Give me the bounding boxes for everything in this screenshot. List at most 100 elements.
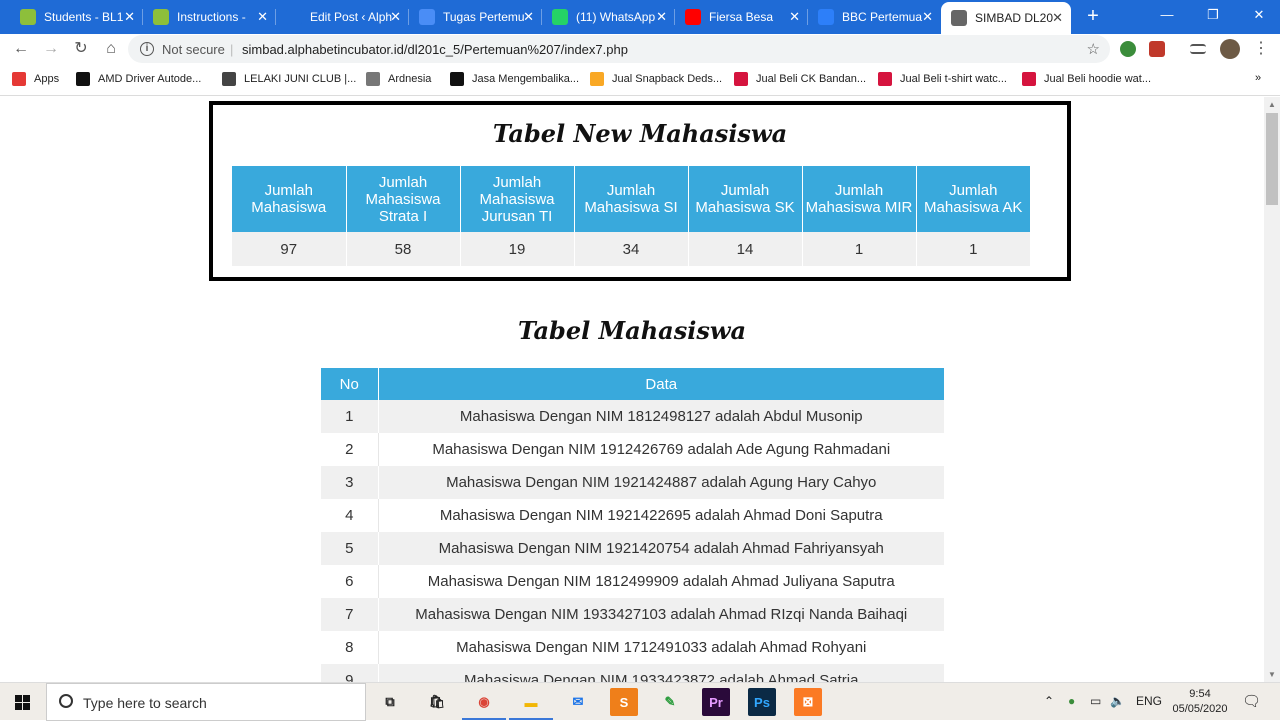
column-header: Jumlah Mahasiswa MIR bbox=[802, 166, 917, 232]
close-window-button[interactable]: ✕ bbox=[1236, 0, 1280, 30]
home-button[interactable]: ⌂ bbox=[100, 38, 122, 60]
tab-title: Students - BL1 bbox=[44, 10, 124, 24]
row-data: Mahasiswa Dengan NIM 1812498127 adalah A… bbox=[378, 400, 944, 433]
bookmark-item[interactable]: Jual Beli CK Bandan... bbox=[734, 72, 866, 86]
more-bookmarks-button[interactable]: » bbox=[1255, 72, 1261, 84]
taskbar-corel-icon[interactable]: ✎ bbox=[656, 688, 684, 716]
new-tab-button[interactable]: + bbox=[1082, 5, 1104, 27]
search-icon bbox=[59, 694, 73, 708]
bookmark-label: Apps bbox=[34, 73, 60, 85]
show-hidden-icons-chevron-icon[interactable]: ⌃ bbox=[1044, 694, 1054, 708]
browser-tab[interactable]: Tugas Pertemu ✕ bbox=[409, 4, 542, 30]
table-cell: 1 bbox=[916, 232, 1030, 266]
close-tab-icon[interactable]: ✕ bbox=[1052, 10, 1063, 26]
bookmark-favicon-icon bbox=[878, 72, 892, 86]
row-data: Mahasiswa Dengan NIM 1712491033 adalah A… bbox=[378, 631, 944, 664]
bookmark-item[interactable]: Jasa Mengembalika... bbox=[450, 72, 579, 86]
taskbar-chrome-icon[interactable]: ◉ bbox=[470, 688, 498, 716]
extension-globe-icon[interactable] bbox=[1120, 41, 1136, 57]
scroll-down-arrow-icon[interactable]: ▼ bbox=[1268, 670, 1276, 679]
address-bar[interactable]: i Not secure | simbad.alphabetincubator.… bbox=[128, 35, 1110, 63]
table-cell: 14 bbox=[688, 232, 803, 266]
browser-tab[interactable]: (11) WhatsApp ✕ bbox=[542, 4, 675, 30]
close-tab-icon[interactable]: ✕ bbox=[390, 9, 401, 25]
close-tab-icon[interactable]: ✕ bbox=[523, 9, 534, 25]
maximize-button[interactable]: ❐ bbox=[1190, 0, 1236, 30]
language-indicator[interactable]: ENG bbox=[1136, 694, 1162, 708]
new-mahasiswa-title: Tabel New Mahasiswa bbox=[492, 119, 788, 148]
table-row: 3 Mahasiswa Dengan NIM 1921424887 adalah … bbox=[321, 466, 944, 499]
taskbar-photoshop-icon[interactable]: Ps bbox=[748, 688, 776, 716]
row-number: 2 bbox=[321, 433, 379, 466]
taskbar-search-box[interactable]: Type here to search bbox=[46, 683, 366, 721]
table-cell: 1 bbox=[802, 232, 917, 266]
new-mahasiswa-panel: Tabel New Mahasiswa Jumlah Mahasiswa Juml… bbox=[209, 101, 1071, 281]
browser-tab[interactable]: Students - BL1 ✕ bbox=[10, 4, 143, 30]
bookmark-item[interactable]: Ardnesia bbox=[366, 72, 431, 86]
browser-tab[interactable]: SIMBAD DL20 ✕ bbox=[941, 2, 1071, 34]
scroll-up-arrow-icon[interactable]: ▲ bbox=[1268, 100, 1276, 109]
notification-icon[interactable]: 🗨 bbox=[1242, 692, 1261, 710]
bookmark-item[interactable]: Jual Beli hoodie wat... bbox=[1022, 72, 1151, 86]
bookmark-label: Ardnesia bbox=[388, 73, 432, 85]
reading-list-icon[interactable] bbox=[1190, 44, 1206, 54]
extension-pdf-icon[interactable] bbox=[1149, 41, 1165, 57]
bookmark-star-icon[interactable]: ☆ bbox=[1087, 40, 1100, 58]
taskbar-premiere-icon[interactable]: Pr bbox=[702, 688, 730, 716]
vertical-scrollbar[interactable]: ▲ ▼ bbox=[1264, 97, 1280, 682]
browser-tab[interactable]: Instructions - ✕ bbox=[143, 4, 276, 30]
scrollbar-thumb[interactable] bbox=[1266, 113, 1278, 205]
row-data: Mahasiswa Dengan NIM 1933427103 adalah A… bbox=[378, 598, 944, 631]
minimize-button[interactable]: — bbox=[1144, 0, 1190, 30]
table-cell: 34 bbox=[574, 232, 689, 266]
bookmark-item[interactable]: LELAKI JUNI CLUB |... bbox=[222, 72, 356, 86]
close-tab-icon[interactable]: ✕ bbox=[257, 9, 268, 25]
row-number: 7 bbox=[321, 598, 379, 631]
bookmark-item[interactable]: Apps bbox=[12, 72, 59, 86]
volume-icon[interactable]: 🔈 bbox=[1110, 694, 1125, 708]
row-data: Mahasiswa Dengan NIM 1912426769 adalah A… bbox=[378, 433, 944, 466]
taskbar-sublime-icon[interactable]: S bbox=[610, 688, 638, 716]
menu-icon[interactable]: ⋮ bbox=[1250, 38, 1272, 60]
table-row: 6 Mahasiswa Dengan NIM 1812499909 adalah … bbox=[321, 565, 944, 598]
close-tab-icon[interactable]: ✕ bbox=[789, 9, 800, 25]
close-tab-icon[interactable]: ✕ bbox=[922, 9, 933, 25]
bookmark-label: Jasa Mengembalika... bbox=[472, 73, 579, 85]
forward-button[interactable]: → bbox=[40, 38, 62, 60]
browser-tab[interactable]: BBC Pertemua ✕ bbox=[808, 4, 941, 30]
close-tab-icon[interactable]: ✕ bbox=[124, 9, 135, 25]
browser-tab[interactable]: Fiersa Besa ✕ bbox=[675, 4, 808, 30]
bookmark-label: Jual Beli hoodie wat... bbox=[1044, 73, 1152, 85]
close-tab-icon[interactable]: ✕ bbox=[656, 9, 667, 25]
table-row: 4 Mahasiswa Dengan NIM 1921422695 adalah … bbox=[321, 499, 944, 532]
taskbar-mail-icon[interactable]: ✉ bbox=[564, 688, 592, 716]
network-icon[interactable]: ▭ bbox=[1090, 694, 1101, 708]
system-clock[interactable]: 9:54 05/05/2020 bbox=[1168, 687, 1232, 717]
back-button[interactable]: ← bbox=[10, 38, 32, 60]
taskbar-xampp-icon[interactable]: ⊠ bbox=[794, 688, 822, 716]
column-header: Jumlah Mahasiswa SK bbox=[688, 166, 803, 232]
browser-toolbar: ← → ↻ ⌂ i Not secure | simbad.alphabetin… bbox=[0, 34, 1280, 64]
taskbar-task-view-icon[interactable]: ⧉ bbox=[376, 688, 404, 716]
bookmark-item[interactable]: Jual Snapback Deds... bbox=[590, 72, 722, 86]
avatar[interactable] bbox=[1220, 39, 1240, 59]
row-number: 5 bbox=[321, 532, 379, 565]
bookmark-item[interactable]: Jual Beli t-shirt watc... bbox=[878, 72, 1007, 86]
taskbar-file-explorer-icon[interactable]: ▬ bbox=[517, 688, 545, 716]
column-header: Jumlah Mahasiswa Strata I bbox=[346, 166, 461, 232]
column-header: Jumlah Mahasiswa SI bbox=[574, 166, 689, 232]
info-icon[interactable]: i bbox=[140, 42, 154, 56]
tray-globe-icon[interactable]: ● bbox=[1068, 694, 1075, 708]
bookmark-label: Jual Beli t-shirt watc... bbox=[900, 73, 1007, 85]
taskbar-store-icon[interactable]: 🛍 bbox=[423, 688, 451, 716]
tab-favicon-icon bbox=[951, 10, 967, 26]
row-number: 9 bbox=[321, 664, 379, 682]
browser-tab[interactable]: Edit Post ‹ Alph ✕ bbox=[276, 4, 409, 30]
table-row: 9 Mahasiswa Dengan NIM 1933423872 adalah … bbox=[321, 664, 944, 682]
table-cell: 19 bbox=[460, 232, 575, 266]
reload-button[interactable]: ↻ bbox=[70, 38, 92, 60]
clock-time: 9:54 bbox=[1189, 688, 1211, 700]
start-button[interactable] bbox=[0, 683, 46, 721]
bookmark-item[interactable]: AMD Driver Autode... bbox=[76, 72, 201, 86]
url-text[interactable]: simbad.alphabetincubator.id/dl201c_5/Per… bbox=[242, 42, 628, 57]
